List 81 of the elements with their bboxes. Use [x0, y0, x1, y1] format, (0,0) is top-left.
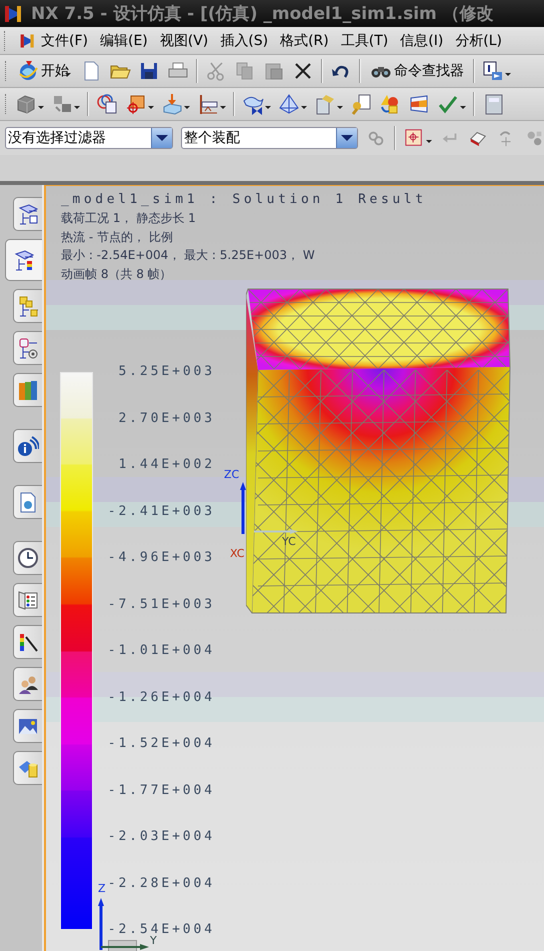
info-signal-icon — [17, 435, 39, 457]
scale-value: -2.41E+003 — [108, 504, 215, 520]
resource-tab[interactable] — [13, 331, 42, 365]
resource-tab[interactable] — [13, 625, 42, 659]
caret-icon[interactable] — [265, 106, 271, 108]
menu-item[interactable]: 插入(S) — [220, 32, 268, 50]
scale-value: 5.25E+003 — [118, 364, 215, 380]
scale-value: 2.70E+003 — [118, 410, 215, 426]
shapes-icon[interactable] — [379, 93, 401, 115]
list-icon — [17, 589, 39, 611]
menu-item[interactable]: 编辑(E) — [100, 32, 148, 50]
result-info-text: 最小 : -2.54E+004， 最大 : 5.25E+003， W — [61, 247, 316, 264]
command-finder-button[interactable]: 命令查找器 — [368, 59, 466, 83]
caret-icon[interactable] — [74, 106, 80, 108]
z-axis-arrow — [240, 482, 246, 534]
axis-label: XC — [230, 548, 244, 560]
scale-value: -7.51E+003 — [108, 596, 215, 612]
menu-item[interactable]: 工具(T) — [340, 32, 388, 50]
axis-label: ZC — [224, 469, 240, 481]
menu-item[interactable]: 分析(L) — [455, 32, 502, 50]
scale-value: -2.54E+004 — [108, 922, 215, 937]
menu-item[interactable]: 视图(V) — [160, 32, 208, 50]
menu-item[interactable]: 格式(R) — [280, 32, 329, 50]
scale-value: -1.01E+004 — [108, 643, 215, 659]
caret-icon[interactable] — [460, 106, 466, 108]
resource-tab[interactable] — [13, 197, 42, 231]
scale-value: -2.03E+004 — [108, 829, 215, 845]
scale-value: -4.96E+003 — [108, 550, 215, 566]
palette-wand-icon — [17, 631, 39, 653]
mesh-tree-icon — [17, 203, 39, 225]
caret-icon[interactable] — [220, 106, 226, 108]
window-title: NX 7.5 - 设计仿真 - [(仿真) _model1_sim1.sim （修改 — [31, 3, 494, 25]
caret-icon[interactable] — [38, 106, 44, 108]
caret-icon[interactable] — [426, 140, 432, 142]
books-icon — [17, 379, 39, 401]
result-info-text: 动画帧 8（共 8 帧） — [61, 266, 173, 282]
y-axis-arrow — [101, 944, 149, 950]
caret-icon[interactable] — [184, 106, 190, 108]
axis-label: Z — [98, 883, 106, 895]
filter-dropdown[interactable]: 整个装配 — [180, 127, 358, 149]
axis-label: YC — [282, 536, 296, 548]
z-axis-arrow — [98, 896, 104, 950]
target-icon[interactable] — [125, 93, 147, 115]
clipboard-icon[interactable] — [314, 93, 336, 115]
caret-icon[interactable] — [301, 106, 307, 108]
scale-value: -1.26E+004 — [108, 690, 215, 706]
result-info-text: 载荷工况 1， 静态步长 1 — [61, 210, 197, 227]
result-tree-icon — [13, 249, 35, 271]
resource-tab[interactable] — [13, 289, 42, 323]
axis-label: Y — [150, 935, 157, 947]
result-info-text: 热流 - 节点的， 比例 — [61, 228, 174, 246]
globe-icon — [17, 60, 39, 82]
scale-value: 1.44E+002 — [118, 457, 215, 473]
caret-icon[interactable] — [148, 106, 154, 108]
window-icon[interactable] — [408, 93, 430, 115]
resource-tab[interactable] — [13, 667, 42, 701]
caret-icon[interactable] — [505, 72, 511, 76]
caret-icon[interactable] — [337, 106, 343, 108]
clock-icon — [17, 547, 39, 569]
constraint-icon[interactable] — [197, 93, 219, 115]
menu-item[interactable]: 文件(F) — [41, 32, 88, 50]
save-icon[interactable] — [138, 60, 160, 82]
resource-tab[interactable] — [5, 239, 42, 281]
y-axis-arrow — [254, 529, 298, 534]
start-button[interactable]: 开始 — [15, 59, 73, 83]
info-window-icon[interactable] — [482, 60, 504, 82]
menu-item[interactable]: 信息(I) — [400, 32, 444, 50]
filter-dropdown[interactable]: 没有选择过滤器 — [5, 127, 173, 149]
scale-value: -1.52E+004 — [108, 736, 215, 752]
parts-tree-icon — [17, 295, 39, 317]
resource-tab[interactable] — [13, 541, 42, 575]
resource-tab[interactable] — [13, 429, 42, 463]
result-title: _model1_sim1 : Solution 1 Result — [61, 191, 428, 209]
checkmark-icon[interactable] — [437, 93, 459, 115]
scale-value: -1.77E+004 — [108, 782, 215, 798]
tetra-mesh-icon[interactable] — [278, 93, 300, 115]
scale-value: -2.28E+004 — [108, 876, 215, 892]
circles-list-icon[interactable] — [96, 93, 118, 115]
part-tree-icon — [17, 337, 39, 359]
box-icon[interactable] — [15, 93, 37, 115]
snap-point-icon[interactable] — [404, 128, 424, 148]
